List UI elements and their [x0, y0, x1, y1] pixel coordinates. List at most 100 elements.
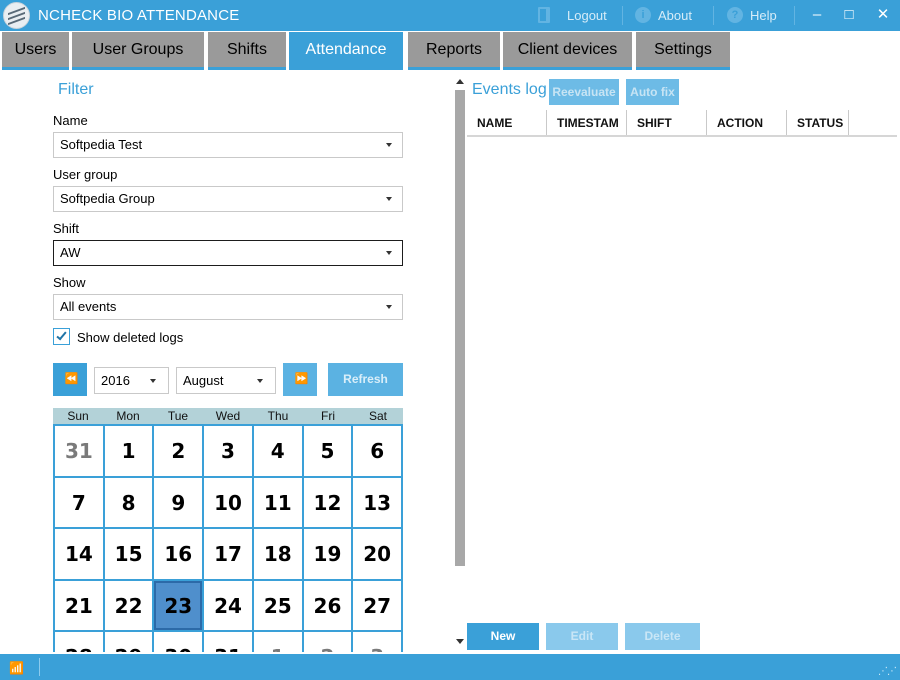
calendar-day[interactable]: 11	[253, 477, 304, 529]
weekday-label: Thu	[267, 409, 289, 423]
column-header-shift[interactable]: SHIFT	[627, 110, 707, 135]
calendar-day[interactable]: 1	[253, 632, 304, 652]
weekday-label: Mon	[116, 409, 140, 423]
chevron-down-icon	[386, 197, 392, 201]
calendar-day[interactable]: 27	[353, 580, 403, 632]
show-select-value: All events	[60, 299, 117, 314]
calendar-day[interactable]: 12	[303, 477, 354, 529]
auto-fix-button[interactable]: Auto fix	[626, 79, 679, 105]
edit-button[interactable]: Edit	[546, 623, 618, 650]
calendar-day[interactable]: 20	[353, 529, 403, 581]
calendar-day[interactable]: 1	[104, 426, 155, 478]
status-divider	[39, 658, 40, 676]
delete-button[interactable]: Delete	[625, 623, 700, 650]
tab-reports[interactable]: Reports	[408, 32, 500, 70]
calendar-day[interactable]: 31	[204, 632, 254, 652]
column-header-name[interactable]: NAME	[467, 110, 547, 135]
weekday-label: Sat	[368, 409, 387, 423]
calendar-week: 7 8 9 10 11 12 13	[53, 477, 403, 529]
weekday-label: Sun	[67, 409, 89, 423]
calendar-day[interactable]: 15	[104, 529, 155, 581]
calendar-day-selected[interactable]: 23	[154, 580, 205, 632]
calendar-day[interactable]: 22	[104, 580, 155, 632]
calendar-day[interactable]: 13	[353, 477, 403, 529]
calendar-day[interactable]: 4	[253, 426, 304, 478]
calendar-day[interactable]: 7	[53, 477, 105, 529]
calendar-day[interactable]: 30	[154, 632, 205, 652]
reevaluate-button[interactable]: Reevaluate	[549, 79, 619, 105]
calendar-day[interactable]: 19	[303, 529, 354, 581]
previous-month-button[interactable]: ⏪	[53, 363, 87, 396]
scroll-up-icon[interactable]	[456, 79, 464, 84]
calendar-day[interactable]: 14	[53, 529, 105, 581]
next-month-button[interactable]: ⏩	[283, 363, 317, 396]
scrollbar-thumb[interactable]	[455, 90, 465, 566]
calendar-day[interactable]: 2	[154, 426, 205, 478]
calendar-day[interactable]: 31	[53, 426, 105, 478]
checkmark-icon	[56, 329, 67, 341]
calendar-day[interactable]: 5	[303, 426, 354, 478]
help-button[interactable]: ? Help	[727, 7, 777, 23]
weekday-label: Fri	[321, 409, 335, 423]
calendar-day[interactable]: 29	[104, 632, 155, 652]
chevron-down-icon	[386, 251, 392, 255]
about-label: About	[658, 7, 692, 23]
calendar-day[interactable]: 9	[154, 477, 205, 529]
show-deleted-checkbox[interactable]	[53, 328, 70, 345]
month-select-value: August	[183, 373, 224, 388]
calendar-day[interactable]: 16	[154, 529, 205, 581]
calendar-week: 14 15 16 17 18 19 20	[53, 529, 403, 581]
show-select[interactable]: All events	[53, 294, 403, 320]
logout-button[interactable]: Logout	[538, 7, 607, 23]
new-button[interactable]: New	[467, 623, 539, 650]
app-title: NCHECK BIO ATTENDANCE	[38, 7, 240, 24]
maximize-button[interactable]: □	[838, 5, 860, 25]
calendar-day[interactable]: 8	[104, 477, 155, 529]
calendar-day[interactable]: 24	[204, 580, 254, 632]
calendar-week: 31 1 2 3 4 5 6	[53, 426, 403, 478]
tab-users[interactable]: Users	[2, 32, 69, 70]
calendar-day[interactable]: 28	[53, 632, 105, 652]
weekday-label: Wed	[215, 409, 241, 423]
resize-grip-icon[interactable]: ⋰⋰	[878, 666, 897, 677]
scroll-down-icon[interactable]	[456, 639, 464, 644]
shift-label: Shift	[53, 221, 80, 236]
tab-attendance[interactable]: Attendance	[289, 32, 403, 70]
shift-select[interactable]: AW	[53, 240, 403, 266]
month-select[interactable]: August	[176, 367, 276, 394]
calendar-weekday-header: Sun Mon Tue Wed Thu Fri Sat	[53, 408, 403, 424]
calendar-day[interactable]: 21	[53, 580, 105, 632]
show-deleted-label: Show deleted logs	[77, 330, 184, 345]
calendar-day[interactable]: 17	[204, 529, 254, 581]
calendar-day[interactable]: 25	[253, 580, 304, 632]
calendar-week: 21 22 23 24 25 26 27	[53, 580, 403, 632]
titlebar-divider	[794, 6, 795, 25]
calendar-day[interactable]: 6	[353, 426, 403, 478]
calendar-day[interactable]: 3	[204, 426, 254, 478]
column-header-action[interactable]: ACTION	[707, 110, 787, 135]
tab-settings[interactable]: Settings	[636, 32, 730, 70]
column-header-timestamp[interactable]: TIMESTAM	[547, 110, 627, 135]
close-button[interactable]: ✕	[872, 5, 894, 25]
minimize-button[interactable]: –	[806, 5, 828, 25]
calendar-day[interactable]: 26	[303, 580, 354, 632]
calendar-day[interactable]: 2	[303, 632, 354, 652]
name-select-value: Softpedia Test	[60, 137, 143, 152]
year-select-value: 2016	[101, 373, 130, 388]
tab-client-devices[interactable]: Client devices	[503, 32, 632, 70]
calendar-day[interactable]: 3	[353, 632, 403, 652]
user-group-select[interactable]: Softpedia Group	[53, 186, 403, 212]
calendar-day[interactable]: 10	[204, 477, 254, 529]
refresh-button[interactable]: Refresh	[328, 363, 403, 396]
tab-user-groups[interactable]: User Groups	[72, 32, 204, 70]
show-label: Show	[53, 275, 86, 290]
about-button[interactable]: i About	[635, 7, 692, 23]
calendar: 31 1 2 3 4 5 6 7 8 9 10 11 12 13 14 15 1…	[53, 424, 403, 652]
calendar-day[interactable]: 18	[253, 529, 304, 581]
main-tabs: Users User Groups Shifts Attendance Repo…	[0, 31, 900, 70]
year-select[interactable]: 2016	[94, 367, 169, 394]
name-select[interactable]: Softpedia Test	[53, 132, 403, 158]
column-header-status[interactable]: STATUS	[787, 110, 849, 135]
app-logo-icon	[3, 2, 30, 29]
tab-shifts[interactable]: Shifts	[208, 32, 286, 70]
